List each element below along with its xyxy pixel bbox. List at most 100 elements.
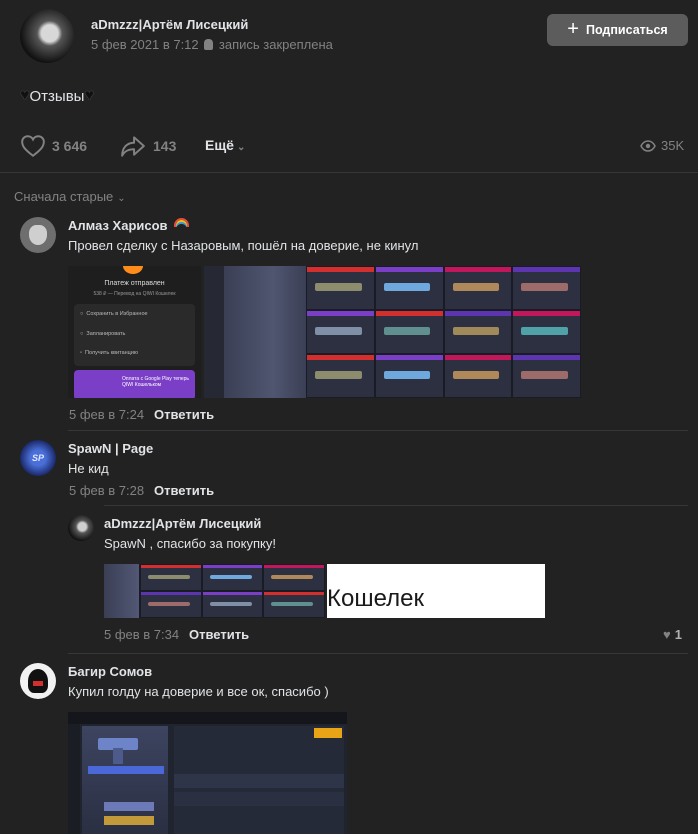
weapon-icon xyxy=(383,370,431,379)
skin-tile xyxy=(375,355,443,397)
subscribe-button[interactable]: + Подписаться xyxy=(547,14,688,46)
skin-grid xyxy=(306,266,581,398)
chevron-down-icon: ⌄ xyxy=(117,193,126,204)
rarity-bar xyxy=(375,311,443,317)
skin-tile xyxy=(307,311,374,353)
skin-tile xyxy=(264,565,324,590)
weapon-icon xyxy=(452,326,500,335)
like-button[interactable]: 3 646 xyxy=(20,134,87,158)
reply-button[interactable]: Ответить xyxy=(154,407,214,422)
rarity-bar xyxy=(307,311,374,317)
weapon-icon xyxy=(383,282,431,291)
comment-text: Купил голду на доверие и все ок, спасибо… xyxy=(68,684,329,699)
chevron-down-icon: ⌄ xyxy=(236,142,246,153)
skin-tile xyxy=(513,267,580,309)
comment-date[interactable]: 5 фев в 7:24 xyxy=(69,407,144,422)
share-count: 143 xyxy=(153,138,177,154)
game-screenshot[interactable] xyxy=(68,712,347,834)
post-author-name[interactable]: aDmzzz|Артём Лисецкий xyxy=(91,17,248,32)
rarity-bar xyxy=(375,267,443,273)
weapon-icon xyxy=(271,574,314,580)
weapon-icon xyxy=(148,601,190,607)
weapon-icon xyxy=(209,601,252,607)
rarity-bar xyxy=(307,355,374,361)
avatar-logo: SP xyxy=(31,453,44,463)
comment-author[interactable]: SpawN | Page xyxy=(68,441,153,456)
plus-icon: + xyxy=(567,18,579,40)
divider xyxy=(0,172,698,173)
payment-screenshot[interactable]: Платеж отправлен 538 ₽ — Перевод на QIWI… xyxy=(68,266,201,398)
black-heart-icon: ♥ xyxy=(20,87,30,104)
post-text: ♥ Отзывы ♥ xyxy=(20,87,94,105)
reply-author[interactable]: aDmzzz|Артём Лисецкий xyxy=(104,516,261,531)
rarity-bar xyxy=(444,267,512,273)
weapon-icon xyxy=(271,601,314,607)
comments-sort[interactable]: Сначала старые ⌄ xyxy=(14,189,126,204)
eye-icon xyxy=(640,139,656,152)
divider xyxy=(68,430,688,431)
weapon-icon xyxy=(521,282,568,291)
post-date[interactable]: 5 фев 2021 в 7:12 xyxy=(91,37,199,52)
android-icon xyxy=(204,39,214,50)
comment-avatar[interactable]: SP xyxy=(20,440,56,476)
divider xyxy=(68,653,688,654)
share-icon xyxy=(121,136,145,157)
comment-like-button[interactable]: ♥ 1 xyxy=(663,627,682,642)
weapon-icon xyxy=(315,326,362,335)
weapon-icon xyxy=(315,370,362,379)
wallet-screenshot[interactable]: Кошелек xyxy=(327,564,545,618)
rarity-bar xyxy=(513,267,580,273)
skin-tile xyxy=(444,267,512,309)
reply-text: SpawN , спасибо за покупку! xyxy=(104,536,276,551)
rarity-bar xyxy=(444,355,512,361)
skin-tile xyxy=(264,592,324,617)
weapon-icon xyxy=(315,282,362,291)
rarity-bar xyxy=(202,592,263,596)
skin-tile xyxy=(444,355,512,397)
divider xyxy=(104,505,688,506)
skin-tile xyxy=(307,267,374,309)
skin-tile xyxy=(444,311,512,353)
heart-icon: ♥ xyxy=(663,627,671,642)
rarity-bar xyxy=(264,565,324,569)
reply-button[interactable]: Ответить xyxy=(154,483,214,498)
subscribe-label: Подписаться xyxy=(585,23,668,37)
rarity-bar xyxy=(141,565,201,569)
weapon-icon xyxy=(521,370,568,379)
reply-button[interactable]: Ответить xyxy=(189,627,249,642)
comment-avatar[interactable] xyxy=(20,663,56,699)
rainbow-icon xyxy=(174,218,189,227)
rarity-bar xyxy=(375,355,443,361)
weapon-icon xyxy=(452,282,500,291)
reply-avatar[interactable] xyxy=(68,515,94,541)
weapon-icon xyxy=(383,326,431,335)
skin-tile xyxy=(202,565,263,590)
dog-icon xyxy=(29,225,47,245)
comment-date[interactable]: 5 фев в 7:34 xyxy=(104,627,179,642)
comment-avatar[interactable] xyxy=(20,217,56,253)
rarity-bar xyxy=(264,592,324,596)
inventory-screenshot[interactable] xyxy=(104,564,325,618)
inventory-screenshot[interactable] xyxy=(204,266,581,398)
black-heart-icon: ♥ xyxy=(84,87,94,104)
comment-author[interactable]: Багир Сомов xyxy=(68,664,152,679)
comment-date[interactable]: 5 фев в 7:28 xyxy=(69,483,144,498)
post-author-avatar[interactable] xyxy=(20,9,74,63)
skin-grid xyxy=(140,564,325,618)
skin-tile xyxy=(513,355,580,397)
weapon-icon xyxy=(521,326,568,335)
weapon-icon xyxy=(209,574,252,580)
rarity-bar xyxy=(513,311,580,317)
comment-author[interactable]: Алмаз Харисов xyxy=(68,218,168,233)
post-meta: 5 фев 2021 в 7:12 запись закреплена xyxy=(91,37,333,52)
heart-icon xyxy=(21,135,45,157)
weapon-icon xyxy=(148,574,190,580)
more-button[interactable]: Ещё ⌄ xyxy=(205,137,245,153)
weapon-icon xyxy=(452,370,500,379)
like-count: 3 646 xyxy=(52,138,88,154)
rarity-bar xyxy=(444,311,512,317)
rarity-bar xyxy=(202,565,263,569)
rarity-bar xyxy=(513,355,580,361)
skin-tile xyxy=(307,355,374,397)
share-button[interactable]: 143 xyxy=(120,134,176,158)
